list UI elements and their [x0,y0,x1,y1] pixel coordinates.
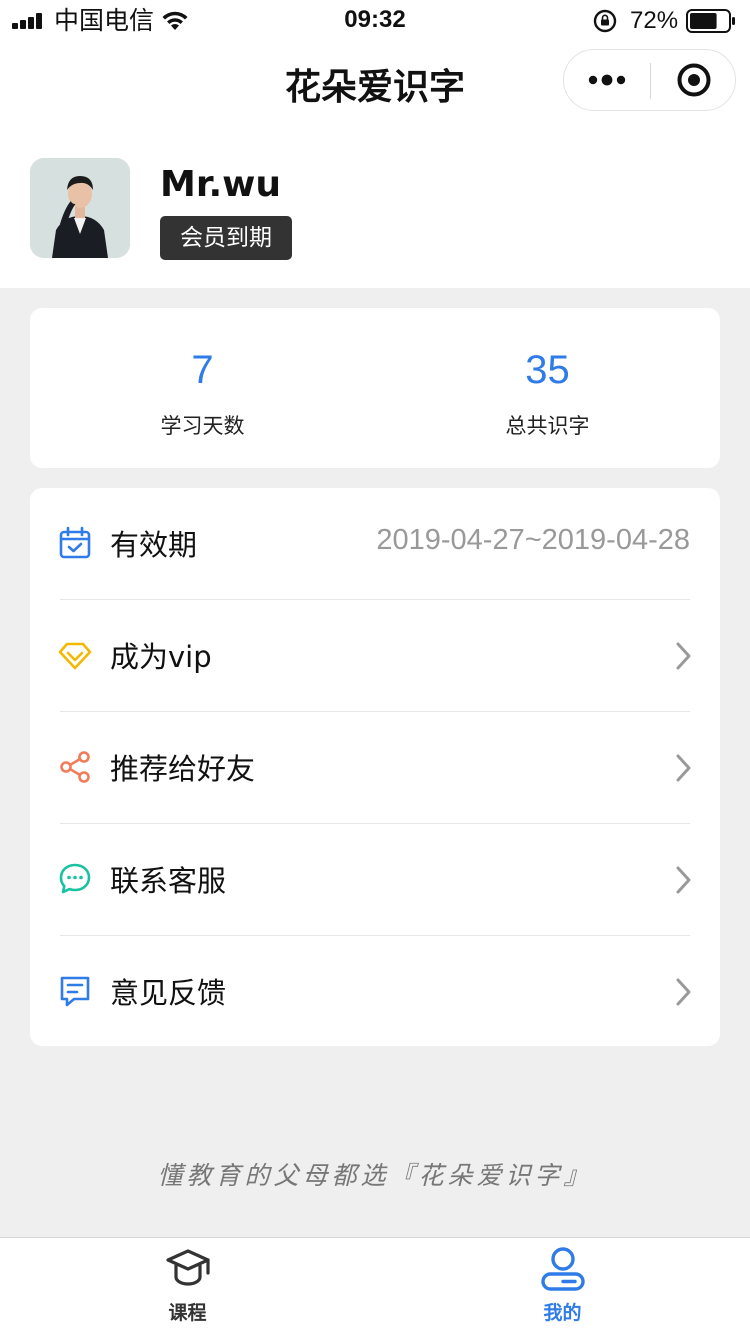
mini-program-capsule [563,49,736,111]
signal-icon [12,13,46,29]
chevron-right-icon [676,978,691,1006]
battery-icon [686,9,735,33]
stats-card: 7 学习天数 35 总共识字 [30,308,720,468]
avatar-image [30,158,130,258]
menu-item-feedback[interactable]: 意见反馈 [30,936,720,1048]
slogan: 懂教育的父母都选『花朵爱识字』 [157,1161,593,1190]
menu-label: 有效期 [110,528,198,562]
chevron-right-icon [676,866,691,894]
stat-value: 35 [525,348,570,392]
menu-label: 联系客服 [110,864,227,898]
stat-label: 学习天数 [160,414,245,438]
graduation-cap-icon [166,1249,210,1286]
share-icon [60,751,90,783]
wifi-icon [162,11,188,30]
orientation-lock-icon [593,9,617,33]
chevron-right-icon [676,642,691,670]
diamond-icon [58,642,92,670]
more-dots-icon [588,74,626,86]
avatar[interactable] [30,158,130,258]
close-mini-program-button[interactable] [651,50,736,110]
chevron-right-icon [676,754,691,782]
user-icon [541,1247,585,1291]
menu-item-become-vip[interactable]: 成为vip [30,600,720,712]
member-status-badge: 会员到期 [160,216,292,260]
tab-mine[interactable]: 我的 [375,1238,750,1334]
carrier-label: 中国电信 [54,7,155,35]
stat-label: 总共识字 [505,414,590,438]
target-icon [677,63,710,97]
menu-item-validity: 有效期 2019-04-27~2019-04-28 [30,488,720,600]
stat-value: 7 [191,348,214,392]
more-button[interactable] [564,50,650,110]
profile-page: 中国电信 09:32 72% 花朵爱识字 Mr.wu 会员到期 7 学习天数 3… [0,0,750,1334]
nav-bar: 花朵爱识字 [0,40,750,128]
menu-card: 有效期 2019-04-27~2019-04-28 成为vip 推荐给好友 联系… [30,488,720,1046]
menu-label: 推荐给好友 [110,752,256,786]
menu-item-recommend-friend[interactable]: 推荐给好友 [30,712,720,824]
validity-period-value: 2019-04-27~2019-04-28 [376,524,690,556]
status-bar: 中国电信 09:32 72% [0,0,750,40]
calendar-icon [59,526,91,559]
chat-icon [59,863,91,894]
profile-header: Mr.wu 会员到期 [0,128,750,288]
feedback-icon [60,976,90,1007]
tab-bar: 课程 我的 [0,1237,750,1334]
tab-courses[interactable]: 课程 [0,1238,375,1334]
tab-label: 课程 [168,1302,207,1324]
stat-study-days: 7 学习天数 [30,308,375,468]
tab-label: 我的 [543,1302,582,1324]
menu-label: 成为vip [110,640,212,674]
battery-percent: 72% [630,7,679,34]
menu-item-contact-service[interactable]: 联系客服 [30,824,720,936]
stat-total-characters: 35 总共识字 [375,308,720,468]
username: Mr.wu [160,164,282,205]
menu-label: 意见反馈 [110,976,227,1010]
